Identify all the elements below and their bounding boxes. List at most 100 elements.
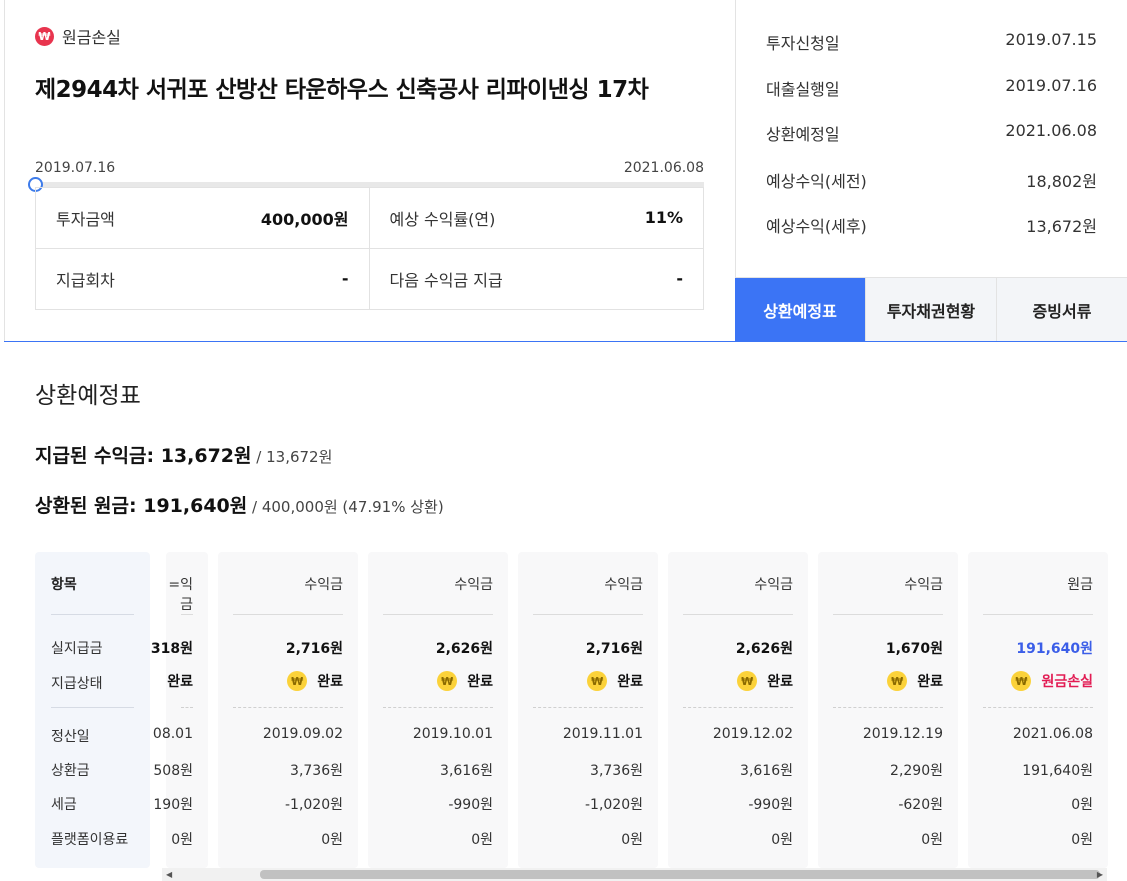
cell-divider <box>233 614 343 615</box>
won-coin-icon: ₩ <box>287 671 308 691</box>
cell-settle-date: 2019.12.19 <box>862 726 943 742</box>
cell-payment-state-label: 완료 <box>167 674 193 690</box>
tab-documents[interactable]: 증빙서류 <box>996 278 1127 341</box>
cell-payment-state: 완료 <box>167 671 193 691</box>
cell-repay-amount: 2,290원 <box>890 763 943 779</box>
cell-platform-fee: 0원 <box>621 832 643 848</box>
info-investment-amount: 투자금액 400,000원 <box>36 188 370 249</box>
cell-platform-fee: 0원 <box>1071 832 1093 848</box>
section-title: 상환예정표 <box>35 383 141 409</box>
cell-tax: -1,020원 <box>284 797 343 813</box>
summary-loan-date: 대출실행일 2019.07.16 <box>766 76 1097 99</box>
cell-tax: 190원 <box>153 797 193 813</box>
info-payment-round: 지급회차 - <box>36 248 370 309</box>
schedule-column-partial: =익금 318원 완료 08.01 508원 190원 0원 <box>151 552 208 868</box>
cell-settle-date: 2019.12.02 <box>712 726 793 742</box>
row-label-actual: 실지급금 <box>51 641 103 657</box>
cell-tax: 0원 <box>1071 797 1093 813</box>
cell-settle-date: 2021.06.08 <box>1012 726 1093 742</box>
cell-actual-payment: 318원 <box>150 641 193 657</box>
schedule-column: 원금 191,640원 ₩ 원금손실 2021.06.08 191,640원 0원 0원 <box>968 552 1108 868</box>
cell-payment-state-label: 완료 <box>617 674 643 690</box>
won-coin-icon: ₩ <box>587 671 608 691</box>
cell-payment-state-label: 완료 <box>317 674 343 690</box>
cell-actual-payment: 191,640원 <box>1016 641 1093 657</box>
cell-actual-payment: 2,716원 <box>285 641 343 657</box>
won-coin-icon: ₩ <box>737 671 758 691</box>
schedule-column: 수익금 2,626원 ₩ 완료 2019.10.01 3,616원 -990원 0원 <box>368 552 508 868</box>
cell-settle-date: 2019.09.02 <box>262 726 343 742</box>
summary-apply-date: 투자신청일 2019.07.15 <box>766 30 1097 53</box>
schedule-column: 수익금 2,716원 ₩ 완료 2019.11.01 3,736원 -1,020원 0원 <box>518 552 658 868</box>
left-border <box>4 0 5 342</box>
cell-payment-state-label: 완료 <box>917 674 943 690</box>
scroll-left-icon[interactable]: ◀ <box>166 870 172 879</box>
investment-info-grid: 투자금액 400,000원 예상 수익률(연) 11% 지급회차 - 다음 수익… <box>35 187 704 310</box>
won-icon: ₩ <box>35 26 54 46</box>
summary-due-date: 상환예정일 2021.06.08 <box>766 121 1097 144</box>
scroll-right-icon[interactable]: ▶ <box>1097 870 1103 879</box>
cell-payment-state: ₩ 원금손실 <box>1011 671 1093 691</box>
row-label-fee: 플랫폼이용료 <box>51 832 129 848</box>
cell-repay-amount: 3,736원 <box>290 763 343 779</box>
row-label-tax: 세금 <box>51 797 77 813</box>
row-label-head: 항목 <box>51 577 77 593</box>
cell-divider <box>683 614 793 615</box>
cell-divider <box>533 707 643 708</box>
status-badge: ₩ 원금손실 <box>35 24 121 48</box>
repaid-principal: 상환된 원금: 191,640원 / 400,000원 (47.91% 상환) <box>35 495 444 517</box>
cell-divider <box>181 707 193 708</box>
cell-settle-date: 2019.10.01 <box>412 726 493 742</box>
cell-divider <box>233 707 343 708</box>
won-coin-icon: ₩ <box>1011 671 1032 691</box>
cell-platform-fee: 0원 <box>771 832 793 848</box>
tab-bond-status[interactable]: 투자채권현황 <box>865 278 996 341</box>
cell-repay-amount: 508원 <box>153 763 193 779</box>
cell-type: 수익금 <box>904 577 943 593</box>
cell-platform-fee: 0원 <box>321 832 343 848</box>
cell-divider <box>683 707 793 708</box>
loan-title: 제2944차 서귀포 산방산 타운하우스 신축공사 리파이낸싱 17차 <box>35 77 649 103</box>
cell-tax: -620원 <box>898 797 943 813</box>
cell-divider <box>181 614 193 615</box>
cell-type: 수익금 <box>454 577 493 593</box>
progress-start-date: 2019.07.16 <box>35 160 116 176</box>
cell-tax: -990원 <box>748 797 793 813</box>
paid-interest: 지급된 수익금: 13,672원 / 13,672원 <box>33 441 337 472</box>
cell-repay-amount: 3,616원 <box>740 763 793 779</box>
cell-type: =익금 <box>168 577 193 613</box>
cell-actual-payment: 1,670원 <box>885 641 943 657</box>
cell-payment-state: ₩ 완료 <box>887 671 943 691</box>
schedule-column: 수익금 2,716원 ₩ 완료 2019.09.02 3,736원 -1,020원 0원 <box>218 552 358 868</box>
row-label-state: 지급상태 <box>51 676 103 692</box>
horizontal-scrollbar[interactable]: ◀ ▶ <box>162 868 1107 881</box>
status-label: 원금손실 <box>62 28 121 47</box>
cell-actual-payment: 2,626원 <box>735 641 793 657</box>
cell-platform-fee: 0원 <box>171 832 193 848</box>
tab-repayment-schedule[interactable]: 상환예정표 <box>735 278 865 341</box>
section-divider <box>4 341 1127 342</box>
cell-platform-fee: 0원 <box>921 832 943 848</box>
cell-payment-state-label: 완료 <box>467 674 493 690</box>
progress-end-date: 2021.06.08 <box>623 160 704 176</box>
cell-payment-state-label: 원금손실 <box>1041 674 1093 690</box>
schedule-column: 수익금 2,626원 ₩ 완료 2019.12.02 3,616원 -990원 0원 <box>668 552 808 868</box>
cell-divider <box>833 614 943 615</box>
cell-divider <box>533 614 643 615</box>
detail-tabs: 상환예정표 투자채권현황 증빙서류 <box>735 278 1127 341</box>
cell-divider <box>983 614 1093 615</box>
won-coin-icon: ₩ <box>437 671 458 691</box>
repayment-schedule-table[interactable]: 항목 실지급금 지급상태 정산일 상환금 세금 플랫폼이용료 =익금 318원 완료… <box>35 552 1127 868</box>
cell-type: 수익금 <box>754 577 793 593</box>
cell-repay-amount: 191,640원 <box>1022 763 1093 779</box>
schedule-column: 수익금 1,670원 ₩ 완료 2019.12.19 2,290원 -620원 0원 <box>818 552 958 868</box>
cell-type: 수익금 <box>304 577 343 593</box>
cell-divider <box>383 707 493 708</box>
cell-tax: -990원 <box>448 797 493 813</box>
summary-panel: 투자신청일 2019.07.15 대출실행일 2019.07.16 상환예정일 202… <box>735 0 1127 278</box>
summary-after-tax: 예상수익(세후) 13,672원 <box>766 217 1097 236</box>
scrollbar-thumb[interactable] <box>260 870 1100 879</box>
cell-tax: -1,020원 <box>584 797 643 813</box>
cell-type: 수익금 <box>604 577 643 593</box>
cell-actual-payment: 2,716원 <box>585 641 643 657</box>
